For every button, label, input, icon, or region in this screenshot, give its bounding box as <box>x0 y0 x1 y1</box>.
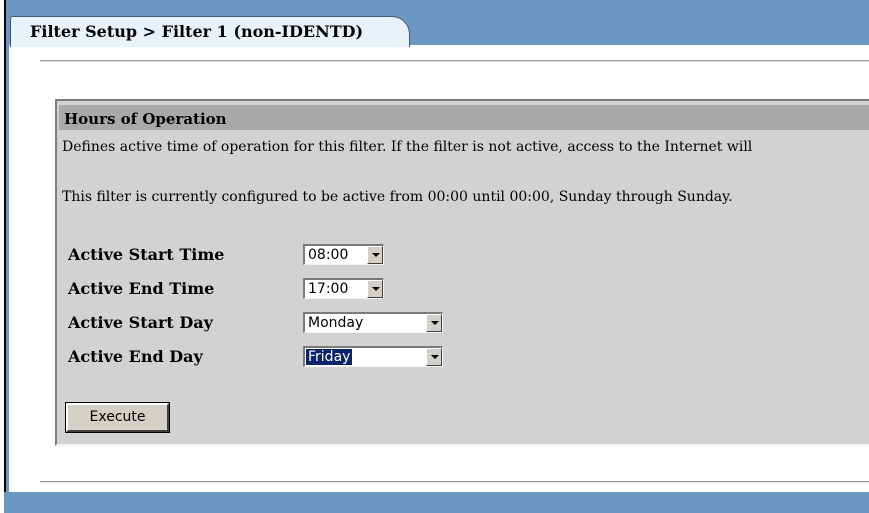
hours-of-operation-panel: Hours of Operation Defines active time o… <box>55 99 869 446</box>
execute-button[interactable]: Execute <box>65 402 170 433</box>
active-start-time-select[interactable]: 08:00 <box>303 244 384 265</box>
active-start-day-select[interactable]: Monday <box>303 312 443 333</box>
chevron-down-icon[interactable] <box>367 280 383 298</box>
active-end-day-select[interactable]: Friday <box>303 346 443 367</box>
chevron-down-icon[interactable] <box>426 348 442 366</box>
active-start-day-value: Monday <box>308 315 364 331</box>
panel-description: Defines active time of operation for thi… <box>62 139 753 155</box>
panel-title: Hours of Operation <box>64 110 227 128</box>
active-start-time-value: 08:00 <box>308 247 349 263</box>
active-end-day-value: Friday <box>304 348 354 366</box>
active-start-time-label: Active Start Time <box>68 245 225 264</box>
bottom-frame-bar <box>4 492 869 513</box>
tab-title: Filter Setup > Filter 1 (non-IDENTD) <box>30 22 364 41</box>
chevron-down-icon[interactable] <box>367 246 383 264</box>
configuration-status: This filter is currently configured to b… <box>62 189 733 205</box>
active-end-time-select[interactable]: 17:00 <box>303 278 384 299</box>
active-start-day-label: Active Start Day <box>68 313 213 332</box>
bottom-divider <box>40 481 869 483</box>
active-end-day-label: Active End Day <box>68 347 203 366</box>
chevron-down-icon[interactable] <box>426 314 442 332</box>
frame-left-border <box>4 0 6 513</box>
active-end-time-value: 17:00 <box>308 281 349 297</box>
active-end-time-label: Active End Time <box>68 279 215 298</box>
panel-header: Hours of Operation <box>59 105 869 130</box>
top-divider <box>40 60 869 62</box>
